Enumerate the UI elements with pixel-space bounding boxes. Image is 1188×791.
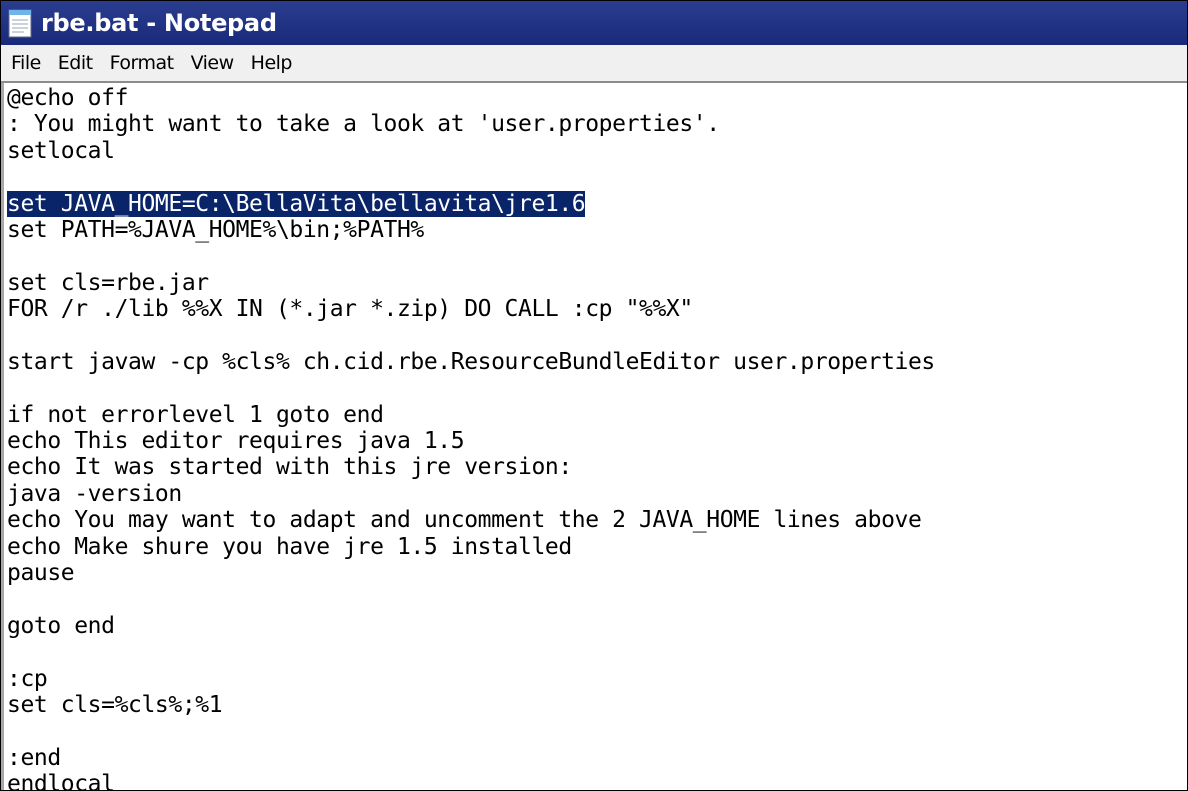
code-line: set PATH=%JAVA_HOME%\bin;%PATH% xyxy=(7,217,1187,243)
code-line-text: echo This editor requires java 1.5 xyxy=(7,428,465,455)
selected-text[interactable]: set JAVA_HOME=C:\BellaVita\bellavita\jre… xyxy=(7,190,586,217)
code-line-text: goto end xyxy=(7,612,115,639)
code-line-text: : You might want to take a look at 'user… xyxy=(7,111,720,138)
code-line-text: setlocal xyxy=(7,137,115,164)
code-line: endlocal xyxy=(7,771,1187,791)
code-line: @echo off xyxy=(7,85,1187,111)
code-line-text: pause xyxy=(7,560,75,587)
window-title: rbe.bat - Notepad xyxy=(41,9,277,37)
code-line: pause xyxy=(7,560,1187,586)
text-editor[interactable]: @echo off : You might want to take a loo… xyxy=(1,83,1187,791)
code-line: : You might want to take a look at 'user… xyxy=(7,111,1187,137)
code-line-text: echo Make shure you have jre 1.5 install… xyxy=(7,533,572,560)
notepad-icon xyxy=(7,7,35,39)
menu-bar: File Edit Format View Help xyxy=(1,45,1187,83)
code-line: start javaw -cp %cls% ch.cid.rbe.Resourc… xyxy=(7,349,1187,375)
menu-view[interactable]: View xyxy=(183,52,243,74)
code-line-text: @echo off xyxy=(7,85,129,111)
code-line: if not errorlevel 1 goto end xyxy=(7,402,1187,428)
code-line: set cls=rbe.jar xyxy=(7,270,1187,296)
code-line: :cp xyxy=(7,666,1187,692)
code-line-text: if not errorlevel 1 goto end xyxy=(7,401,384,428)
code-line-text: echo It was started with this jre versio… xyxy=(7,454,572,481)
code-line: java -version xyxy=(7,481,1187,507)
code-line-text: start javaw -cp %cls% ch.cid.rbe.Resourc… xyxy=(7,348,935,375)
code-line: setlocal xyxy=(7,138,1187,164)
notepad-window: rbe.bat - Notepad File Edit Format View … xyxy=(0,0,1188,791)
code-line-text: :end xyxy=(7,744,61,771)
menu-file[interactable]: File xyxy=(3,52,50,74)
code-line: echo You may want to adapt and uncomment… xyxy=(7,507,1187,533)
code-line-text: :cp xyxy=(7,665,48,692)
code-line-text: FOR /r ./lib %%X IN (*.jar *.zip) DO CAL… xyxy=(7,296,693,323)
code-line-text: echo You may want to adapt and uncomment… xyxy=(7,507,922,534)
code-line: echo This editor requires java 1.5 xyxy=(7,428,1187,454)
code-line-selected: set JAVA_HOME=C:\BellaVita\bellavita\jre… xyxy=(7,190,1187,217)
code-line-text: java -version xyxy=(7,480,182,507)
title-bar[interactable]: rbe.bat - Notepad xyxy=(1,1,1187,45)
code-line: set cls=%cls%;%1 xyxy=(7,692,1187,718)
code-line: FOR /r ./lib %%X IN (*.jar *.zip) DO CAL… xyxy=(7,296,1187,322)
menu-edit[interactable]: Edit xyxy=(50,52,102,74)
menu-format[interactable]: Format xyxy=(102,52,183,74)
code-line: goto end xyxy=(7,613,1187,639)
menu-help[interactable]: Help xyxy=(243,52,301,74)
code-line: echo Make shure you have jre 1.5 install… xyxy=(7,534,1187,560)
code-line-text: set PATH=%JAVA_HOME%\bin;%PATH% xyxy=(7,216,424,243)
code-line-text: set cls=%cls%;%1 xyxy=(7,691,223,718)
code-line: :end xyxy=(7,745,1187,771)
code-line: echo It was started with this jre versio… xyxy=(7,454,1187,480)
code-line-text: endlocal xyxy=(7,771,115,791)
code-line-text: set cls=rbe.jar xyxy=(7,269,209,296)
